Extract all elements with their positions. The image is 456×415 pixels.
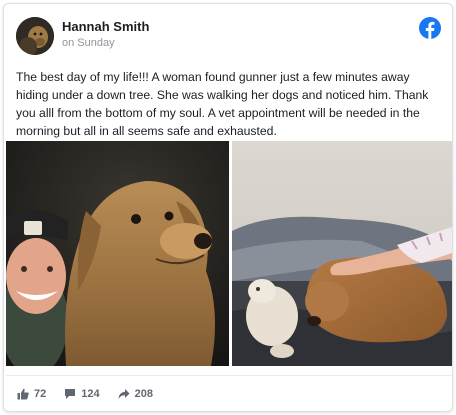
photo-selfie-with-dog[interactable]: [6, 141, 229, 366]
like-stat[interactable]: 72: [17, 388, 46, 400]
comment-icon: [65, 389, 76, 399]
post-timestamp[interactable]: on Sunday: [62, 37, 115, 49]
photo-dog-on-bed[interactable]: [232, 141, 452, 366]
share-count: 208: [134, 388, 153, 400]
post-text: The best day of my life!!! A woman found…: [16, 70, 429, 138]
dog-resting-on-bed-photo: [232, 141, 452, 366]
author-name[interactable]: Hannah Smith: [62, 19, 149, 34]
post-stats: 72 124 208: [17, 384, 171, 404]
share-stat[interactable]: 208: [118, 388, 153, 400]
avatar-photo: [16, 17, 54, 55]
author-avatar[interactable]: [16, 17, 54, 55]
comment-stat[interactable]: 124: [64, 388, 100, 400]
share-arrow-icon: [118, 389, 130, 399]
selfie-with-golden-retriever-photo: [6, 141, 229, 366]
like-count: 72: [34, 388, 47, 400]
post-card: Hannah Smith on Sunday The best day of m…: [3, 3, 453, 412]
thumbs-up-icon: [17, 388, 29, 400]
footer-divider: [6, 375, 452, 376]
comment-count: 124: [81, 388, 100, 400]
facebook-logo-icon[interactable]: [419, 17, 441, 39]
